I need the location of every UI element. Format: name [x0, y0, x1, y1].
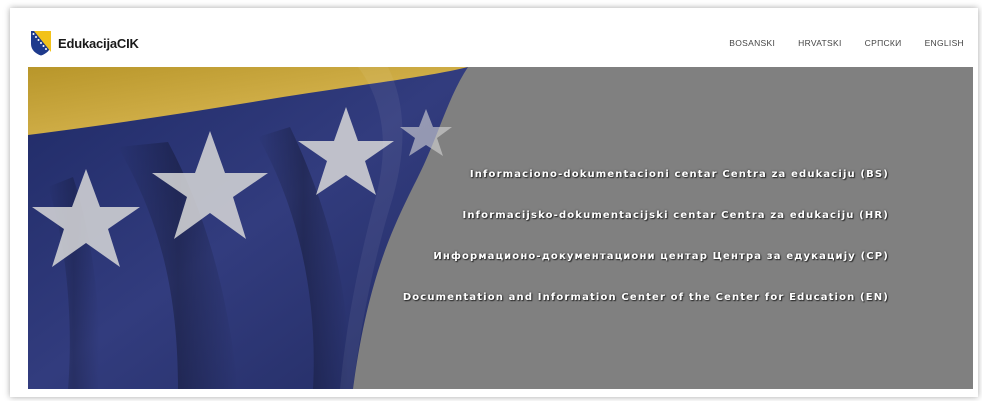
brand-home-link[interactable]: EdukacijaCIK	[30, 30, 139, 56]
link-center-hr[interactable]: Informacijsko-dokumentacijski centar Cen…	[463, 209, 889, 223]
page-frame: EdukacijaCIK BOSANSKI HRVATSKI СРПСКИ EN…	[10, 8, 978, 397]
lang-link-hrvatski[interactable]: HRVATSKI	[775, 38, 842, 48]
lang-link-srpski[interactable]: СРПСКИ	[842, 38, 902, 48]
brand-name: EdukacijaCIK	[58, 35, 139, 51]
hero-links: Informaciono-dokumentacioni centar Centr…	[403, 168, 889, 332]
lang-link-bosanski[interactable]: BOSANSKI	[706, 38, 775, 48]
site-header: EdukacijaCIK BOSANSKI HRVATSKI СРПСКИ EN…	[10, 8, 978, 68]
link-center-bs[interactable]: Informaciono-dokumentacioni centar Centr…	[470, 168, 889, 182]
lang-link-english[interactable]: ENGLISH	[902, 38, 964, 48]
link-center-sr[interactable]: Информационо-документациони центар Центр…	[433, 250, 889, 264]
language-nav: BOSANSKI HRVATSKI СРПСКИ ENGLISH	[706, 38, 964, 48]
bih-flag-shield-icon	[31, 31, 51, 56]
link-center-en[interactable]: Documentation and Information Center of …	[403, 291, 889, 305]
hero-banner: Informaciono-dokumentacioni centar Centr…	[28, 67, 973, 389]
